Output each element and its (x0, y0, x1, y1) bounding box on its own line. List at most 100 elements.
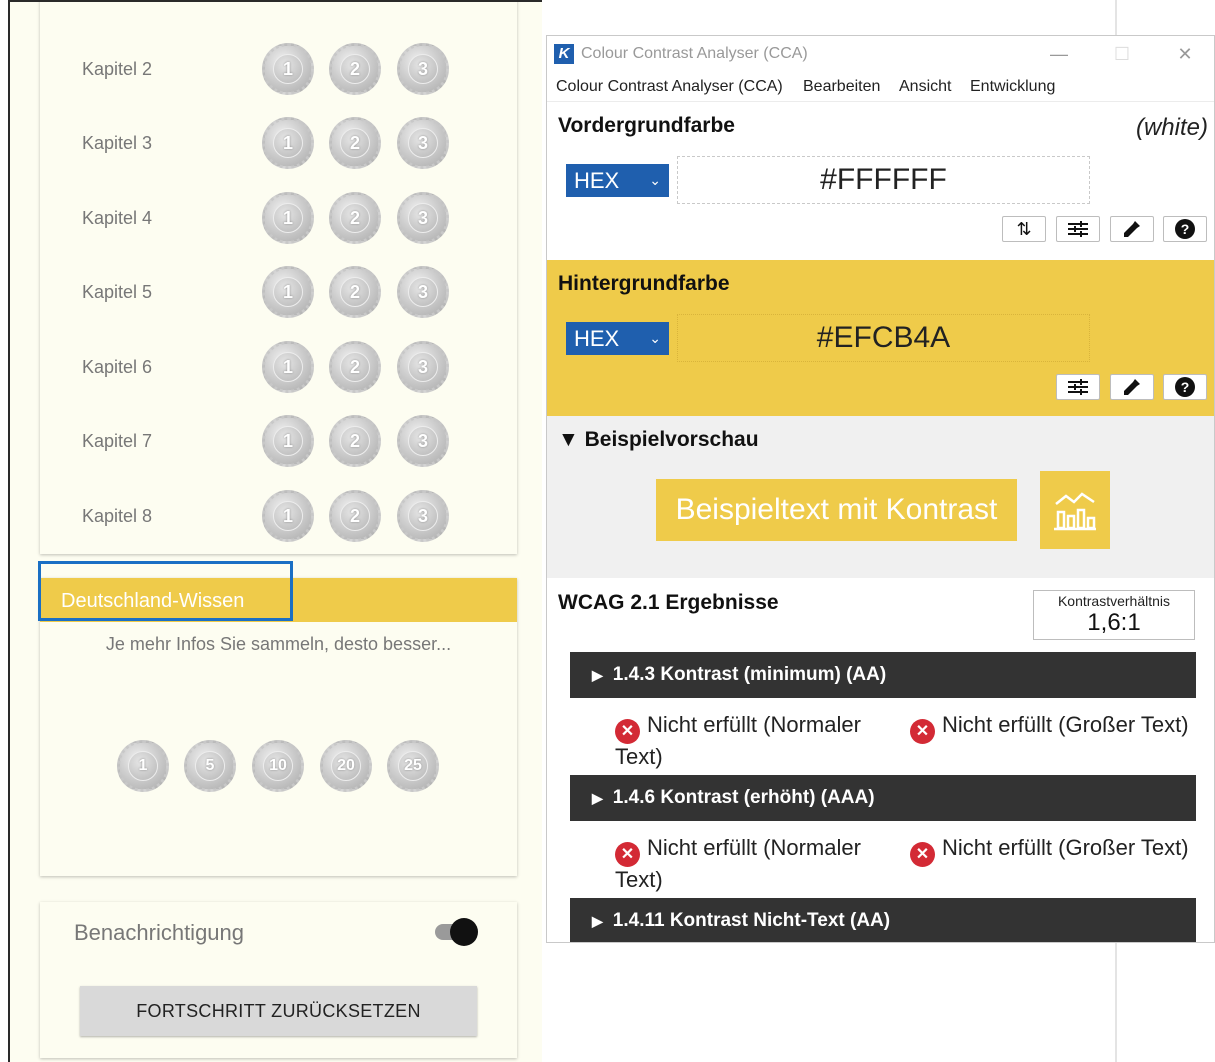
minimize-icon[interactable]: — (1039, 42, 1079, 66)
preview-chart-button[interactable] (1040, 471, 1110, 549)
preview-title-text: Beispielvorschau (584, 428, 759, 451)
chapter-label: Kapitel 4 (82, 208, 153, 228)
background-eyedropper-button[interactable] (1110, 374, 1154, 400)
wissen-subtitle: Je mehr Infos Sie sammeln, desto besser.… (105, 634, 452, 654)
wcag-title: WCAG 2.1 Ergebnisse (558, 591, 779, 614)
eyedropper-icon (1124, 379, 1140, 395)
medal-number: 1 (273, 128, 303, 158)
colour-contrast-analyser-window: K Colour Contrast Analyser (CCA) — ☐ ✕ C… (546, 35, 1215, 943)
chevron-down-icon: ⌄ (649, 172, 661, 188)
notification-label: Benachrichtigung (74, 920, 245, 945)
chapter-row[interactable]: Kapitel 2 1 2 3 (40, 39, 517, 99)
foreground-hex-input[interactable] (677, 156, 1090, 204)
medal-number: 1 (128, 751, 158, 781)
medal-number: 3 (408, 54, 438, 84)
chapter-label: Kapitel 3 (82, 133, 153, 153)
medal-number: 2 (340, 54, 370, 84)
background-area (542, 943, 1117, 1062)
medal-icon: 3 (397, 341, 449, 393)
chapter-label: Kapitel 8 (82, 506, 153, 526)
result-large-text: ✕ Nicht erfüllt (Großer Text) (910, 712, 1210, 744)
eyedropper-icon (1124, 221, 1140, 237)
contrast-ratio-value: 1,6:1 (1087, 609, 1141, 636)
foreground-color-name: (white) (1135, 114, 1208, 141)
chapter-row[interactable]: Kapitel 8 1 2 3 (40, 486, 517, 546)
medal-icon: 25 (387, 740, 439, 792)
foreground-eyedropper-button[interactable] (1110, 216, 1154, 242)
chapters-card: Kapitel 2 1 2 3 Kapitel 3 1 2 3 Kapitel … (40, 2, 517, 554)
menu-app[interactable]: Colour Contrast Analyser (CCA) (556, 78, 783, 96)
medal-icon: 5 (184, 740, 236, 792)
medal-icon: 3 (397, 117, 449, 169)
medal-icon: 2 (329, 415, 381, 467)
medal-number: 3 (408, 203, 438, 233)
medal-number: 2 (340, 128, 370, 158)
triangle-right-icon: ▶ (592, 913, 603, 929)
medal-number: 1 (273, 501, 303, 531)
foreground-format-select[interactable]: HEX ⌄ (566, 164, 669, 197)
contrast-ratio-box: Kontrastverhältnis 1,6:1 (1033, 590, 1195, 640)
medal-number: 3 (408, 352, 438, 382)
chapter-row[interactable]: Kapitel 7 1 2 3 (40, 411, 517, 471)
medal-icon: 3 (397, 192, 449, 244)
triangle-right-icon: ▶ (592, 790, 603, 806)
preview-section: ▼ Beispielvorschau Beispieltext mit Kont… (547, 416, 1214, 578)
medal-number: 2 (340, 203, 370, 233)
deutschland-wissen-card[interactable]: Deutschland-Wissen Je mehr Infos Sie sam… (40, 578, 517, 876)
medal-icon: 2 (329, 192, 381, 244)
preview-sample-text: Beispieltext mit Kontrast (656, 479, 1017, 541)
menu-bearbeiten[interactable]: Bearbeiten (803, 78, 880, 96)
medal-icon: 2 (329, 117, 381, 169)
criterion-1-4-11-toggle[interactable]: ▶ 1.4.11 Kontrast Nicht-Text (AA) (570, 898, 1196, 942)
medal-icon: 2 (329, 43, 381, 95)
medal-number: 2 (340, 352, 370, 382)
criterion-label: 1.4.6 Kontrast (erhöht) (AAA) (612, 787, 875, 808)
menu-entwicklung[interactable]: Entwicklung (970, 78, 1055, 96)
background-help-button[interactable]: ? (1163, 374, 1207, 400)
medal-icon: 2 (329, 490, 381, 542)
background-hex-input[interactable] (677, 314, 1090, 362)
triangle-right-icon: ▶ (592, 667, 603, 683)
foreground-help-button[interactable]: ? (1163, 216, 1207, 242)
medal-number: 5 (195, 751, 225, 781)
chapter-row[interactable]: Kapitel 5 1 2 3 (40, 262, 517, 322)
criterion-1-4-3-toggle[interactable]: ▶ 1.4.3 Kontrast (minimum) (AA) (570, 652, 1196, 698)
maximize-icon[interactable]: ☐ (1102, 42, 1142, 66)
medal-number: 2 (340, 426, 370, 456)
background-format-select[interactable]: HEX ⌄ (566, 322, 669, 355)
preview-toggle[interactable]: ▼ Beispielvorschau (558, 428, 759, 452)
medal-icon: 3 (397, 43, 449, 95)
medal-number: 1 (273, 352, 303, 382)
result-text: Nicht erfüllt (Normaler Text) (615, 835, 861, 892)
medal-number: 2 (340, 277, 370, 307)
title-bar[interactable]: K Colour Contrast Analyser (CCA) — ☐ ✕ (547, 36, 1214, 72)
format-value: HEX (574, 326, 620, 351)
close-icon[interactable]: ✕ (1165, 42, 1205, 66)
chapter-label: Kapitel 2 (82, 59, 153, 79)
medal-icon: 2 (329, 341, 381, 393)
medal-icon: 3 (397, 490, 449, 542)
triangle-down-icon: ▼ (558, 428, 585, 451)
toggle-knob[interactable] (450, 918, 478, 946)
help-icon: ? (1175, 219, 1195, 239)
chapter-row[interactable]: Kapitel 3 1 2 3 (40, 113, 517, 173)
reset-progress-button[interactable]: FORTSCHRITT ZURÜCKSETZEN (80, 986, 477, 1036)
medal-icon: 1 (262, 43, 314, 95)
criterion-label: 1.4.11 Kontrast Nicht-Text (AA) (612, 910, 891, 931)
medal-icon: 3 (397, 415, 449, 467)
chevron-down-icon: ⌄ (649, 330, 661, 346)
chapter-label: Kapitel 5 (82, 282, 153, 302)
chapter-row[interactable]: Kapitel 6 1 2 3 (40, 337, 517, 397)
swap-colors-button[interactable]: ⇅ (1002, 216, 1046, 242)
medal-number: 10 (263, 751, 293, 781)
criterion-1-4-6-toggle[interactable]: ▶ 1.4.6 Kontrast (erhöht) (AAA) (570, 775, 1196, 821)
criterion-label: 1.4.3 Kontrast (minimum) (AA) (612, 664, 887, 685)
background-adjust-button[interactable] (1056, 374, 1100, 400)
medal-icon: 1 (262, 341, 314, 393)
menu-bar: Colour Contrast Analyser (CCA) Bearbeite… (547, 72, 1214, 102)
chapter-row[interactable]: Kapitel 4 1 2 3 (40, 188, 517, 248)
fail-icon: ✕ (910, 719, 935, 744)
medal-icon: 1 (262, 415, 314, 467)
menu-ansicht[interactable]: Ansicht (899, 78, 951, 96)
foreground-adjust-button[interactable] (1056, 216, 1100, 242)
